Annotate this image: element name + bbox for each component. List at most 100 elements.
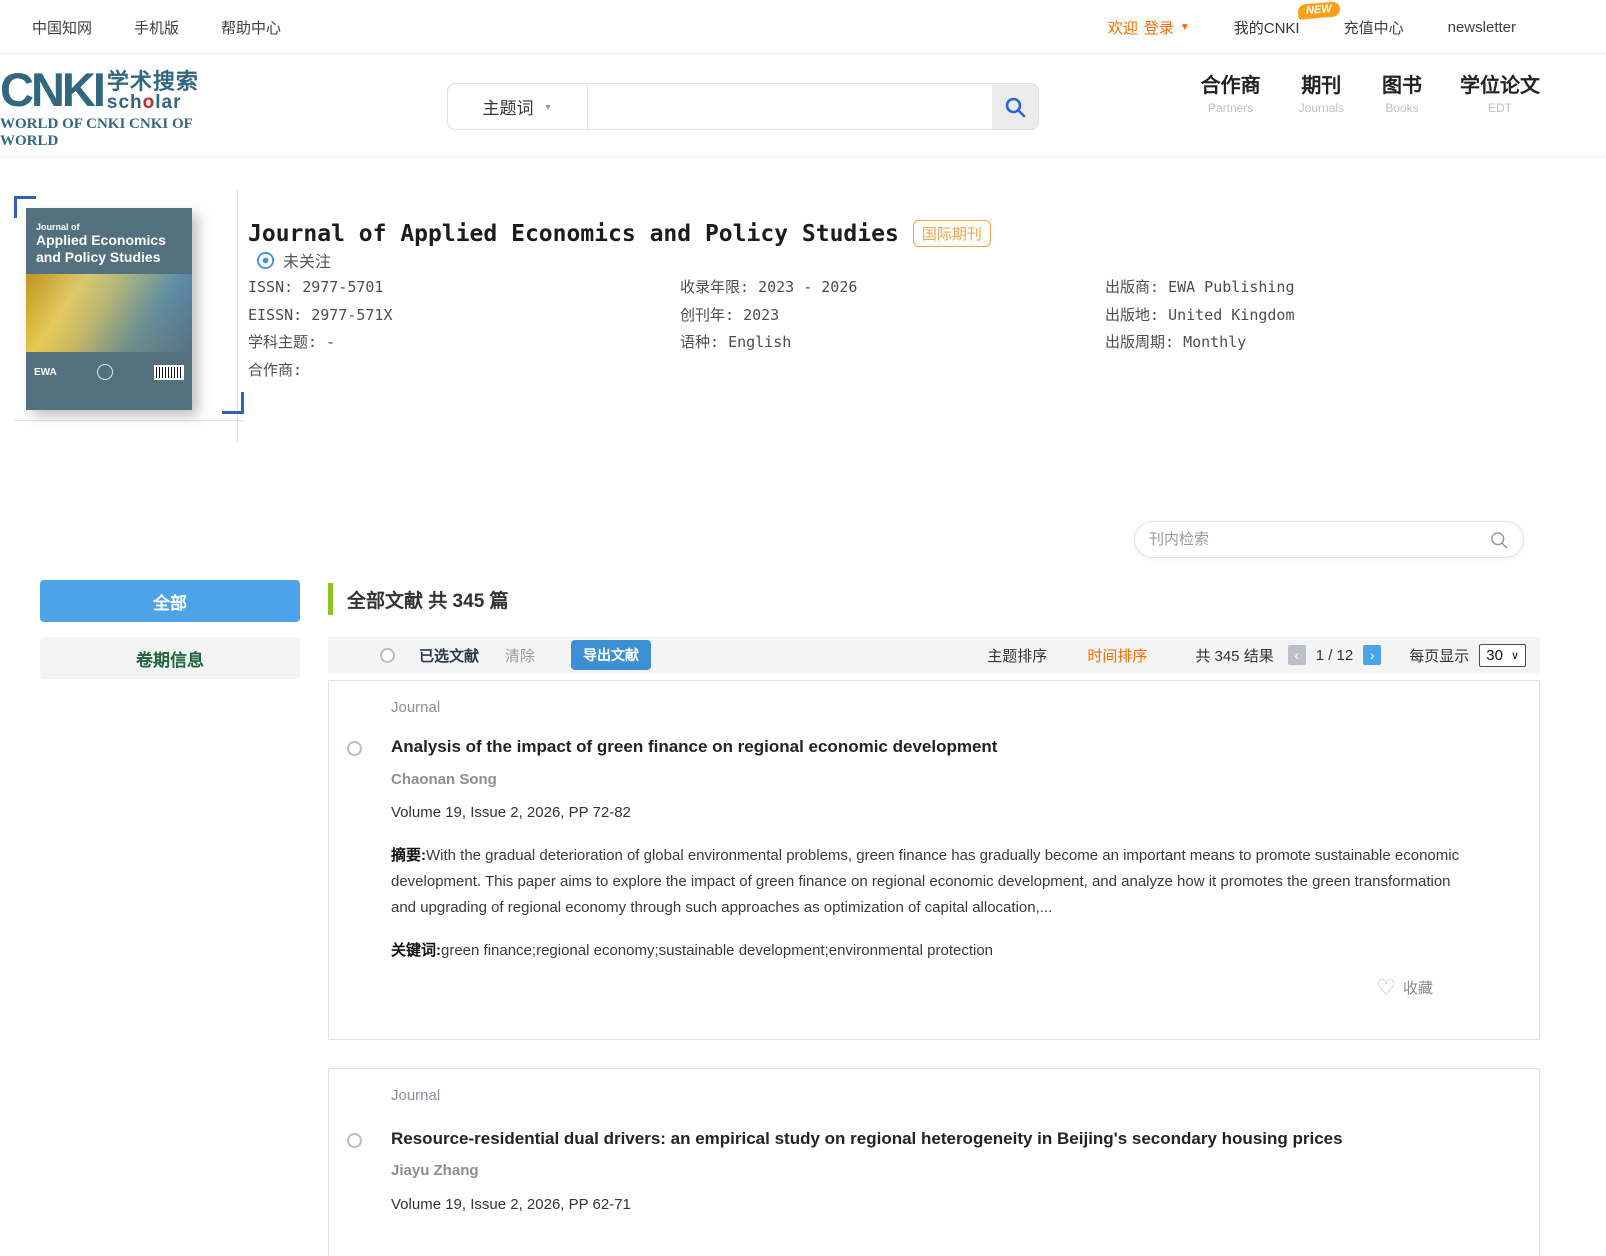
search-field-dropdown[interactable]: 主题词 ▼ [448, 84, 588, 129]
search-input[interactable] [588, 84, 992, 129]
nav-partners-en: Partners [1207, 101, 1254, 115]
cover-title-block: Journal of Applied Economics and Policy … [26, 208, 192, 274]
sidebar-tab-issues[interactable]: 卷期信息 [40, 637, 300, 679]
in-journal-search-icon[interactable] [1489, 530, 1509, 550]
article-card: Journal Resource-residential dual driver… [328, 1068, 1540, 1256]
welcome-label: 欢迎 [1107, 19, 1138, 37]
export-docs-button[interactable]: 导出文献 [571, 640, 652, 670]
nav-edt[interactable]: 学位论文 EDT [1460, 74, 1540, 115]
top-utility-bar: 中国知网 手机版 帮助中心 欢迎 登录 ▼ 我的CNKI NEW 充值中心 ne… [0, 0, 1606, 54]
article-abstract: 摘要:With the gradual deterioration of glo… [391, 847, 1460, 916]
article-card: Journal Analysis of the impact of green … [328, 680, 1540, 1040]
nav-journals[interactable]: 期刊 Journals [1299, 74, 1344, 115]
dropdown-triangle-icon: ▼ [543, 101, 553, 112]
clear-button[interactable]: 清除 [505, 645, 535, 666]
sort-by-topic-button[interactable]: 主题排序 [987, 645, 1047, 666]
frequency-row: 出版周期: Monthly [1105, 333, 1247, 351]
cover-guide-line-horizontal [14, 420, 244, 421]
my-cnki-link[interactable]: 我的CNKI NEW [1233, 0, 1341, 38]
article-keywords: 关键词:green finance;regional economy;susta… [391, 942, 994, 959]
login-button[interactable]: 欢迎 登录 ▼ [1108, 17, 1190, 38]
cover-seal-icon [97, 364, 114, 380]
logo-magnifier-dot: o [142, 92, 156, 113]
nav-journals-en: Journals [1298, 101, 1344, 115]
cover-footer: EWA [26, 352, 192, 392]
link-mobile-version[interactable]: 手机版 [134, 17, 179, 38]
new-badge: NEW [1297, 0, 1341, 20]
chevron-down-icon: ▼ [1179, 21, 1190, 33]
cover-bracket-bottom-right [222, 392, 244, 414]
nav-books-cn: 图书 [1382, 75, 1422, 97]
article-volume-info: Volume 19, Issue 2, 2026, PP 72-82 [391, 804, 631, 821]
follow-status-label: 未关注 [283, 252, 332, 271]
results-toolbar: 已选文献 清除 导出文献 主题排序 时间排序 共 345 结果 ‹ 1 / 12… [328, 637, 1540, 673]
per-page-label: 每页显示 [1409, 647, 1470, 665]
select-all-radio[interactable] [380, 647, 395, 663]
follow-button[interactable]: 未关注 [256, 248, 331, 272]
issn-row: ISSN: 2977-5701 [248, 278, 384, 296]
sidebar-tab-all[interactable]: 全部 [40, 580, 300, 622]
per-page-select[interactable]: 30 ∨ [1479, 643, 1526, 667]
sort-by-time-button[interactable]: 时间排序 [1087, 645, 1147, 666]
article-author-link[interactable]: Jiayu Zhang [391, 1162, 479, 1179]
site-header: CNKI 学术搜索 scholar WORLD OF CNKI CNKI OF … [0, 54, 1606, 157]
topbar-right-links: 欢迎 登录 ▼ 我的CNKI NEW 充值中心 newsletter [1108, 0, 1516, 54]
journal-title: Journal of Applied Economics and Policy … [248, 220, 899, 247]
article-title-link[interactable]: Analysis of the impact of green finance … [391, 737, 997, 757]
nav-partners-cn: 合作商 [1200, 75, 1261, 97]
search-field-label: 主题词 [482, 99, 534, 118]
article-title-link[interactable]: Resource-residential dual drivers: an em… [391, 1129, 1343, 1149]
article-select-radio[interactable] [347, 1133, 362, 1148]
results-header: 全部文献 共 345 篇 [328, 583, 509, 615]
logo-cnki-text: CNKI [0, 63, 106, 116]
topbar-left-links: 中国知网 手机版 帮助中心 [32, 0, 281, 54]
search-button[interactable] [992, 84, 1038, 129]
nav-edt-cn: 学位论文 [1460, 75, 1540, 97]
coverage-years-row: 收录年限: 2023 - 2026 [680, 278, 858, 296]
results-title: 全部文献 共 345 篇 [347, 590, 509, 612]
article-select-radio[interactable] [347, 741, 362, 756]
journal-info-col3: 出版商: EWA Publishing 出版地: United Kingdom … [1105, 274, 1295, 357]
eissn-row: EISSN: 2977-571X [248, 305, 393, 324]
results-count: 共 345 结果 [1195, 647, 1274, 665]
cover-artwork [26, 274, 192, 352]
cover-barcode [154, 364, 184, 380]
next-page-button[interactable]: › [1363, 645, 1382, 665]
journal-info-col2: 收录年限: 2023 - 2026 创刊年: 2023 语种: English [680, 274, 857, 357]
heart-icon: ♡ [1376, 974, 1396, 1000]
recharge-center-link[interactable]: 充值中心 [1344, 17, 1404, 38]
newsletter-link[interactable]: newsletter [1448, 19, 1516, 36]
prev-page-button[interactable]: ‹ [1287, 645, 1306, 665]
cover-title-line3: and Policy Studies [36, 249, 161, 265]
favorite-label: 收藏 [1402, 980, 1433, 997]
article-volume-info: Volume 19, Issue 2, 2026, PP 62-71 [391, 1196, 631, 1213]
in-journal-search-input[interactable] [1149, 531, 1489, 548]
page-indicator: 1 / 12 [1315, 646, 1354, 664]
link-cnki-home[interactable]: 中国知网 [32, 17, 92, 38]
nav-books-en: Books [1385, 101, 1419, 115]
partner-row: 合作商: [248, 360, 303, 379]
logo-cjk-text: 学术搜索 [106, 69, 199, 94]
my-cnki-label: 我的CNKI [1233, 19, 1300, 37]
link-help-center[interactable]: 帮助中心 [221, 17, 281, 38]
journal-cover-image[interactable]: Journal of Applied Economics and Policy … [26, 208, 192, 410]
selected-docs-button[interactable]: 已选文献 [419, 645, 479, 666]
in-journal-search-box [1134, 521, 1524, 558]
keywords-label: 关键词: [391, 942, 441, 959]
logo-scholar-text: scholar [106, 92, 182, 113]
nav-books[interactable]: 图书 Books [1382, 74, 1422, 115]
nav-edt-en: EDT [1488, 101, 1512, 115]
select-chevron-icon: ∨ [1510, 649, 1519, 662]
subject-row: 学科主题: - [248, 333, 336, 351]
article-author-link[interactable]: Chaonan Song [391, 771, 497, 788]
search-icon [1005, 97, 1026, 117]
founded-year-row: 创刊年: 2023 [680, 305, 780, 324]
nav-partners[interactable]: 合作商 Partners [1201, 74, 1261, 115]
site-nav: 合作商 Partners 期刊 Journals 图书 Books 学位论文 E… [1201, 74, 1540, 115]
logo-tagline: WORLD OF CNKI CNKI OF WORLD [0, 116, 193, 149]
article-type-label: Journal [391, 699, 441, 716]
favorite-button[interactable]: ♡ 收藏 [1376, 974, 1433, 1000]
cnki-scholar-logo[interactable]: CNKI 学术搜索 scholar WORLD OF CNKI CNKI OF … [0, 63, 250, 150]
per-page-value: 30 [1486, 646, 1503, 664]
login-label: 登录 [1143, 19, 1174, 37]
